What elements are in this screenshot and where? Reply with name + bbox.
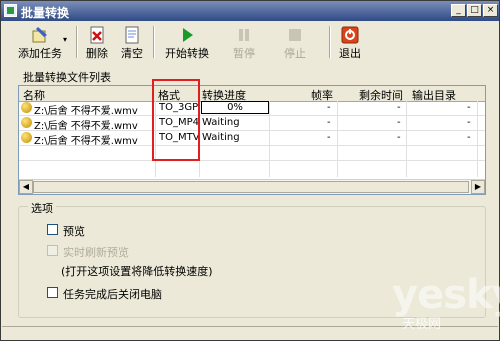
scroll-left-icon[interactable]: ◀ [19, 180, 33, 194]
preview-label: 预览 [63, 225, 85, 238]
scroll-right-icon[interactable]: ▶ [471, 180, 485, 194]
format-column-highlight [152, 79, 200, 161]
pause-label: 暂停 [233, 47, 255, 60]
delete-label: 删除 [86, 47, 108, 60]
options-group-label: 选项 [28, 200, 56, 216]
exit-icon [340, 26, 360, 44]
toolbar: 添加任务 ▾ 删除 清空 开始转换 暂停 停止 退出 [2, 22, 498, 62]
row-output: - [467, 117, 471, 128]
realtime-preview-hint: (打开这项设置将降低转换速度) [61, 265, 213, 278]
pause-button[interactable]: 暂停 [229, 24, 259, 60]
list-header: 名称 格式 转换进度 帧率 剩余时间 输出目录 [19, 86, 485, 102]
horizontal-scrollbar[interactable]: ◀ ▶ [19, 179, 485, 194]
row-progress: Waiting [202, 132, 240, 143]
start-convert-button[interactable]: 开始转换 [159, 24, 215, 60]
scroll-thumb[interactable] [33, 181, 469, 193]
app-icon [4, 4, 17, 17]
shutdown-label: 任务完成后关闭电脑 [63, 288, 162, 301]
row-fps: - [327, 117, 331, 128]
shutdown-checkbox[interactable] [47, 287, 58, 298]
row-output: - [467, 102, 471, 113]
stop-icon [285, 26, 305, 44]
row-remaining: - [397, 117, 401, 128]
file-list-group-label: 批量转换文件列表 [23, 71, 111, 84]
row-remaining: - [397, 102, 401, 113]
clear-icon [122, 26, 142, 44]
media-file-icon [21, 117, 32, 128]
toolbar-separator [76, 26, 78, 58]
media-file-icon [21, 132, 32, 143]
add-task-label: 添加任务 [18, 47, 62, 60]
stop-button[interactable]: 停止 [280, 24, 310, 60]
close-button[interactable]: × [483, 4, 498, 17]
row-progress: Waiting [202, 117, 240, 128]
grid-line [19, 160, 485, 161]
table-row[interactable]: Z:\后舍 不得不爱.wmv TO_MTV Waiting - - - [19, 131, 485, 147]
grid-line [19, 145, 485, 146]
play-icon [177, 26, 197, 44]
pause-icon [234, 26, 254, 44]
table-row[interactable]: Z:\后舍 不得不爱.wmv TO_MP4 Waiting - - - [19, 116, 485, 132]
clear-label: 清空 [121, 47, 143, 60]
stop-label: 停止 [284, 47, 306, 60]
exit-label: 退出 [339, 47, 361, 60]
toolbar-separator [329, 26, 331, 58]
row-progress: 0% [201, 101, 269, 114]
watermark-logo: yesky [392, 272, 500, 318]
row-remaining: - [397, 132, 401, 143]
exit-button[interactable]: 退出 [335, 24, 365, 60]
delete-icon [87, 26, 107, 44]
file-list[interactable]: 名称 格式 转换进度 帧率 剩余时间 输出目录 Z:\后舍 不得不爱.wmv T… [18, 85, 486, 195]
add-task-button[interactable]: 添加任务 [12, 24, 68, 60]
realtime-preview-label: 实时刷新预览 [63, 246, 129, 259]
add-task-icon [30, 26, 50, 44]
minimize-button[interactable]: _ [451, 4, 466, 17]
media-file-icon [21, 102, 32, 113]
realtime-preview-checkbox[interactable] [47, 245, 58, 256]
toolbar-separator [153, 26, 155, 58]
start-convert-label: 开始转换 [165, 47, 209, 60]
table-row[interactable]: Z:\后舍 不得不爱.wmv TO_3GP 0% - - - [19, 101, 485, 117]
preview-checkbox[interactable] [47, 224, 58, 235]
add-task-dropdown-icon[interactable]: ▾ [63, 35, 67, 44]
watermark-subtext: 天极网 [402, 317, 442, 332]
delete-button[interactable]: 删除 [82, 24, 112, 60]
row-fps: - [327, 132, 331, 143]
title-bar: 批量转换 _ □ × [1, 1, 499, 21]
maximize-button[interactable]: □ [467, 4, 482, 17]
clear-button[interactable]: 清空 [117, 24, 147, 60]
row-fps: - [327, 102, 331, 113]
window-title: 批量转换 [21, 6, 70, 20]
row-output: - [467, 132, 471, 143]
